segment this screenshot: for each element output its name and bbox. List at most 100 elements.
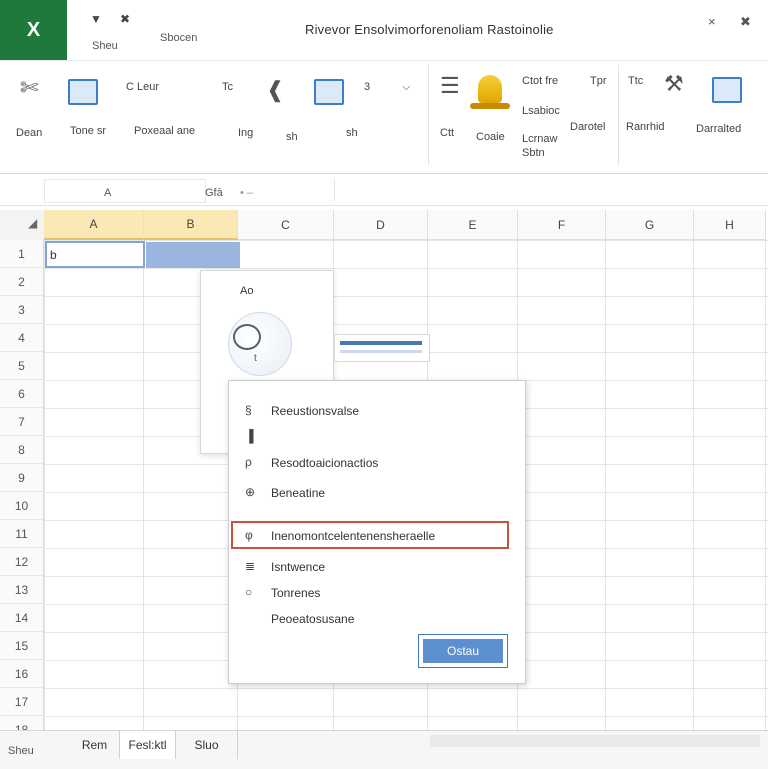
side-preview-bar <box>340 341 422 345</box>
backstage-panel-label: Ao <box>240 285 254 297</box>
menu-item-icon: § <box>245 403 252 417</box>
row-header[interactable]: 10 <box>0 492 44 520</box>
row-header[interactable]: 1 <box>0 240 44 268</box>
ribbon-label-cells[interactable]: Ctt <box>440 127 454 139</box>
ribbon-top-label-3[interactable]: 3 <box>364 81 370 93</box>
side-preview-bar-2 <box>340 350 422 353</box>
app-logo[interactable]: X <box>0 0 67 60</box>
ribbon-top-label-4[interactable]: Ctot fre <box>522 75 558 87</box>
row-header[interactable]: 7 <box>0 408 44 436</box>
pin-icon[interactable]: ✖ <box>740 14 751 30</box>
formula-input[interactable] <box>334 179 765 201</box>
row-header[interactable]: 16 <box>0 660 44 688</box>
row-header[interactable]: 14 <box>0 604 44 632</box>
ribbon: ✄ Dean Tone sr C Leur Poxeaal ane Tc ❰ I… <box>0 60 768 174</box>
column-header[interactable]: B <box>144 210 238 240</box>
ribbon-top-label-9[interactable]: Sbtn <box>522 147 545 159</box>
ok-button-label: Ostau <box>423 639 503 663</box>
fx-label[interactable]: Gfā <box>205 187 223 199</box>
ribbon-label-bell[interactable]: Coaie <box>476 131 505 143</box>
backstage-panel-sub: t <box>254 353 257 364</box>
menu-item[interactable]: ≣ Isntwence <box>229 555 525 579</box>
column-header[interactable]: H <box>694 210 766 240</box>
ok-button[interactable]: Ostau <box>418 634 508 668</box>
row-header[interactable]: 8 <box>0 436 44 464</box>
ribbon-label-style[interactable]: sh <box>346 127 358 139</box>
sheet-tab-active[interactable]: Fesl:ktl <box>120 731 176 759</box>
format-icon[interactable] <box>68 79 98 105</box>
column-gridline <box>143 240 144 730</box>
style-icon[interactable] <box>314 79 344 105</box>
sheet-tab[interactable]: Rem <box>70 731 120 759</box>
row-header[interactable]: 9 <box>0 464 44 492</box>
ribbon-label-format[interactable]: Tone sr <box>70 125 106 137</box>
row-header[interactable]: 4 <box>0 324 44 352</box>
ribbon-label-paste[interactable]: Dean <box>16 127 42 139</box>
redo-icon[interactable]: ✖ <box>120 12 130 26</box>
horizontal-scrollbar[interactable] <box>430 735 760 747</box>
row-header[interactable]: 6 <box>0 380 44 408</box>
column-gridline <box>693 240 694 730</box>
ribbon-top-label-8[interactable]: Lcrnaw <box>522 133 557 145</box>
ribbon-label-sheets[interactable]: Darralted <box>696 123 741 135</box>
column-gridline <box>605 240 606 730</box>
ribbon-top-label-5[interactable]: Tpr <box>590 75 607 87</box>
paste-icon[interactable]: ✄ <box>20 75 38 101</box>
menu-item[interactable]: Peoeatosusane <box>229 607 525 631</box>
cell-b1-selected[interactable] <box>146 242 240 268</box>
undo-icon[interactable]: ▼ <box>90 12 102 26</box>
row-header[interactable]: 17 <box>0 688 44 716</box>
ribbon-label-sort[interactable]: Darotel <box>570 121 605 133</box>
select-all-icon: ◢ <box>28 216 38 230</box>
chevron-down-icon[interactable]: ⌵ <box>402 81 410 94</box>
column-header[interactable]: E <box>428 210 518 240</box>
sheet-tab-bar: Sheu Rem Fesl:ktl Sluo <box>0 730 768 769</box>
fx-controls[interactable]: • – <box>240 187 253 199</box>
row-header[interactable]: 3 <box>0 296 44 324</box>
ribbon-top-label-7[interactable]: Lsabioc <box>522 105 560 117</box>
menu-item-label: Reeustionsvalse <box>271 404 360 418</box>
row-header[interactable]: 5 <box>0 352 44 380</box>
name-box[interactable] <box>44 179 206 203</box>
ribbon-label-number[interactable]: sh <box>286 131 298 143</box>
ribbon-label-alignment[interactable]: Ing <box>238 127 253 139</box>
close-icon[interactable]: × <box>708 14 716 29</box>
alignment-icon[interactable]: ❰ <box>266 77 284 103</box>
app-logo-letter: X <box>26 18 41 41</box>
ribbon-label-find[interactable]: Ranrhid <box>626 121 665 133</box>
document-title: Rivevor Ensolvimorforenoliam Rastoinolie <box>305 22 554 37</box>
row-header[interactable]: 11 <box>0 520 44 548</box>
ribbon-top-label-6[interactable]: Ttc <box>628 75 643 87</box>
column-header[interactable]: G <box>606 210 694 240</box>
find-icon[interactable]: ⚒ <box>664 71 684 97</box>
formula-bar: A Gfā • – <box>0 175 768 206</box>
row-header[interactable]: 15 <box>0 632 44 660</box>
cells-icon[interactable]: ☰ <box>440 73 460 99</box>
qa-label-2: Sbocen <box>160 32 198 44</box>
ribbon-top-label-1[interactable]: C Leur <box>126 81 159 93</box>
menu-item-label: Beneatine <box>271 486 326 500</box>
column-header[interactable]: C <box>238 210 334 240</box>
menu-item[interactable]: ▐ <box>229 425 525 449</box>
column-header[interactable]: D <box>334 210 428 240</box>
row-header[interactable]: 13 <box>0 576 44 604</box>
menu-item[interactable]: § Reeustionsvalse <box>229 399 525 423</box>
name-box-value: A <box>104 187 112 199</box>
column-header[interactable]: A <box>44 210 144 240</box>
ribbon-top-label-2[interactable]: Tc <box>222 81 233 93</box>
row-header[interactable]: 12 <box>0 548 44 576</box>
sheets-icon[interactable] <box>712 77 742 103</box>
column-gridline <box>765 240 766 730</box>
menu-item-highlighted[interactable]: φ Inenomontcelentenensheraelle <box>231 521 509 549</box>
ribbon-label-font[interactable]: Poxeaal ane <box>134 125 195 137</box>
menu-item[interactable]: ρ Resodtoaicionactios <box>229 451 525 475</box>
row-header[interactable]: 2 <box>0 268 44 296</box>
column-header[interactable]: F <box>518 210 606 240</box>
bell-icon[interactable] <box>478 75 502 103</box>
sheet-tab[interactable]: Sluo <box>176 731 238 759</box>
side-preview <box>334 334 430 362</box>
menu-item[interactable]: ○ Tonrenes <box>229 581 525 605</box>
menu-item[interactable]: ⊕ Beneatine <box>229 481 525 505</box>
cell-a1[interactable] <box>45 241 145 268</box>
select-all-corner[interactable]: ◢ <box>0 210 45 241</box>
